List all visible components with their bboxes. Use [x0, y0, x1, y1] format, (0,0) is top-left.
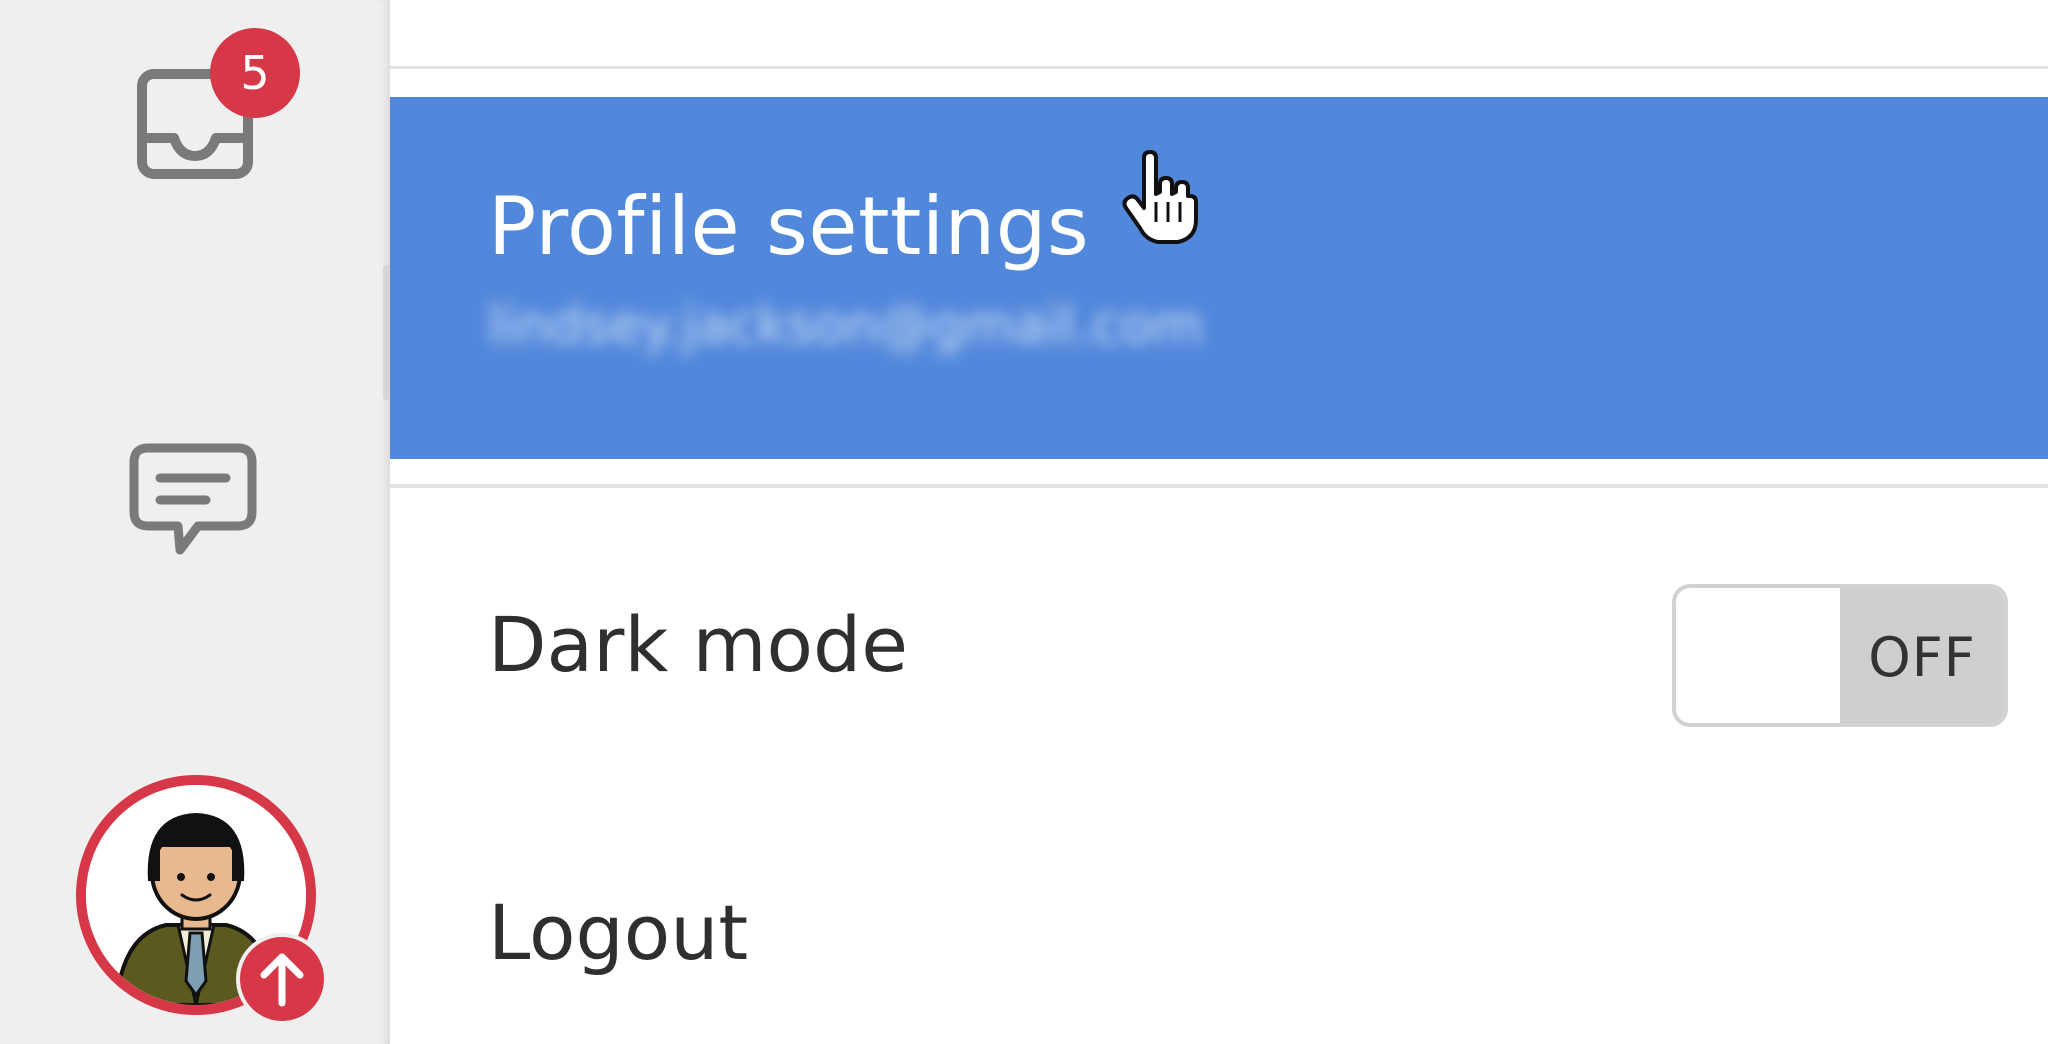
dark-mode-toggle[interactable]: OFF — [1672, 584, 2008, 727]
profile-email: lindsey.jackson@gmail.com — [488, 296, 1203, 356]
profile-settings-item[interactable] — [390, 97, 2048, 459]
panel-resize-handle[interactable] — [383, 265, 390, 400]
divider — [390, 484, 2048, 488]
sidebar-rail: 5 — [0, 0, 390, 1044]
inbox-count-badge: 5 — [210, 28, 300, 118]
account-menu-panel: Profile settings lindsey.jackson@gmail.c… — [390, 0, 2048, 1044]
user-avatar-button[interactable] — [76, 775, 328, 1025]
chat-button[interactable] — [128, 440, 258, 570]
dark-mode-label: Dark mode — [488, 600, 909, 689]
arrow-up-icon — [260, 953, 304, 1007]
logout-item[interactable]: Logout — [488, 888, 748, 977]
chat-icon — [129, 443, 257, 555]
divider — [390, 66, 2048, 69]
toggle-state: OFF — [1840, 588, 2004, 723]
upload-badge[interactable] — [236, 933, 328, 1025]
profile-settings-label: Profile settings — [488, 180, 1090, 273]
